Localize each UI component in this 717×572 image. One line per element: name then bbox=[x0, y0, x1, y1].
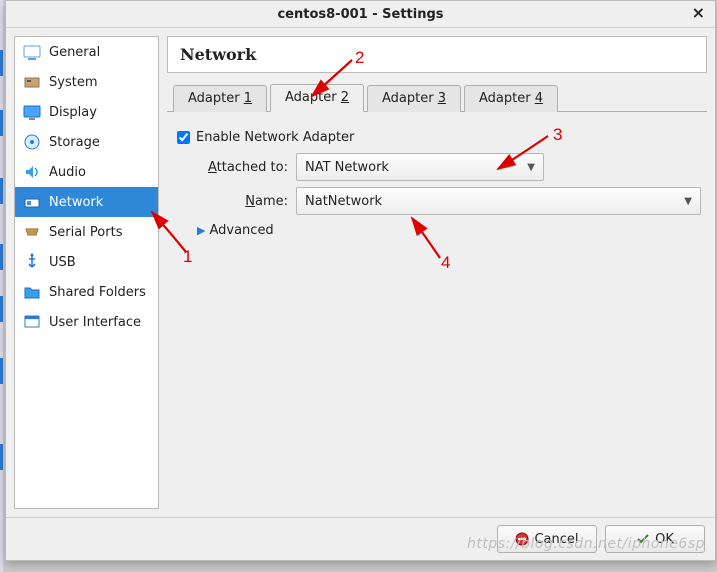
advanced-toggle[interactable]: ▶ Advanced bbox=[197, 223, 701, 238]
ui-icon bbox=[23, 313, 41, 331]
ok-icon bbox=[636, 532, 650, 546]
name-combobox[interactable]: NatNetwork ▼ bbox=[296, 187, 701, 215]
chevron-down-icon: ▼ bbox=[527, 162, 535, 173]
sidebar-item-label: Storage bbox=[49, 135, 100, 150]
serial-icon bbox=[23, 223, 41, 241]
sidebar-item-label: Shared Folders bbox=[49, 285, 146, 300]
sidebar-item-label: System bbox=[49, 75, 97, 90]
sidebar-item-label: Serial Ports bbox=[49, 225, 122, 240]
tab-adapter-4[interactable]: Adapter 4 bbox=[464, 85, 558, 112]
category-sidebar: General System Display Storage Audio bbox=[14, 36, 159, 509]
titlebar: centos8-001 - Settings × bbox=[6, 1, 715, 28]
ok-button[interactable]: OK bbox=[605, 525, 705, 553]
panel-title: Network bbox=[167, 36, 707, 73]
enable-adapter-label: Enable Network Adapter bbox=[196, 130, 354, 145]
sidebar-item-shared-folders[interactable]: Shared Folders bbox=[15, 277, 158, 307]
chevron-down-icon: ▼ bbox=[684, 196, 692, 207]
sidebar-item-storage[interactable]: Storage bbox=[15, 127, 158, 157]
sidebar-item-system[interactable]: System bbox=[15, 67, 158, 97]
usb-icon bbox=[23, 253, 41, 271]
storage-icon bbox=[23, 133, 41, 151]
adapter-tabs: Adapter 1 Adapter 2 Adapter 3 Adapter 4 bbox=[167, 83, 707, 112]
sidebar-item-label: Audio bbox=[49, 165, 86, 180]
sidebar-item-usb[interactable]: USB bbox=[15, 247, 158, 277]
network-icon bbox=[23, 193, 41, 211]
close-icon[interactable]: × bbox=[692, 5, 705, 21]
attached-to-combobox[interactable]: NAT Network ▼ bbox=[296, 153, 544, 181]
tab-adapter-1[interactable]: Adapter 1 bbox=[173, 85, 267, 112]
sidebar-item-display[interactable]: Display bbox=[15, 97, 158, 127]
name-value: NatNetwork bbox=[305, 194, 382, 209]
tab-adapter-2[interactable]: Adapter 2 bbox=[270, 84, 364, 112]
attached-to-label: Attached to: bbox=[173, 160, 288, 175]
sidebar-item-audio[interactable]: Audio bbox=[15, 157, 158, 187]
window-title: centos8-001 - Settings bbox=[277, 7, 443, 22]
sidebar-item-label: Display bbox=[49, 105, 97, 120]
background-stripe bbox=[0, 0, 3, 572]
settings-window: centos8-001 - Settings × General System … bbox=[5, 0, 716, 561]
sidebar-item-general[interactable]: General bbox=[15, 37, 158, 67]
audio-icon bbox=[23, 163, 41, 181]
display-icon bbox=[23, 103, 41, 121]
enable-adapter-checkbox[interactable] bbox=[177, 131, 190, 144]
sidebar-item-user-interface[interactable]: User Interface bbox=[15, 307, 158, 337]
tab-adapter-3[interactable]: Adapter 3 bbox=[367, 85, 461, 112]
system-icon bbox=[23, 73, 41, 91]
triangle-right-icon: ▶ bbox=[197, 224, 205, 237]
sidebar-item-serial-ports[interactable]: Serial Ports bbox=[15, 217, 158, 247]
general-icon bbox=[23, 43, 41, 61]
cancel-icon bbox=[515, 532, 529, 546]
settings-content: Network Adapter 1 Adapter 2 Adapter 3 Ad… bbox=[167, 36, 707, 509]
folder-icon bbox=[23, 283, 41, 301]
enable-adapter-row: Enable Network Adapter bbox=[173, 128, 701, 147]
dialog-footer: Cancel OK bbox=[6, 517, 715, 560]
name-label: Name: bbox=[173, 194, 288, 209]
sidebar-item-network[interactable]: Network bbox=[15, 187, 158, 217]
sidebar-item-label: USB bbox=[49, 255, 76, 270]
sidebar-item-label: General bbox=[49, 45, 100, 60]
attached-to-value: NAT Network bbox=[305, 160, 389, 175]
sidebar-item-label: Network bbox=[49, 195, 103, 210]
sidebar-item-label: User Interface bbox=[49, 315, 141, 330]
adapter-form: Enable Network Adapter Attached to: NAT … bbox=[167, 112, 707, 244]
cancel-button[interactable]: Cancel bbox=[497, 525, 597, 553]
